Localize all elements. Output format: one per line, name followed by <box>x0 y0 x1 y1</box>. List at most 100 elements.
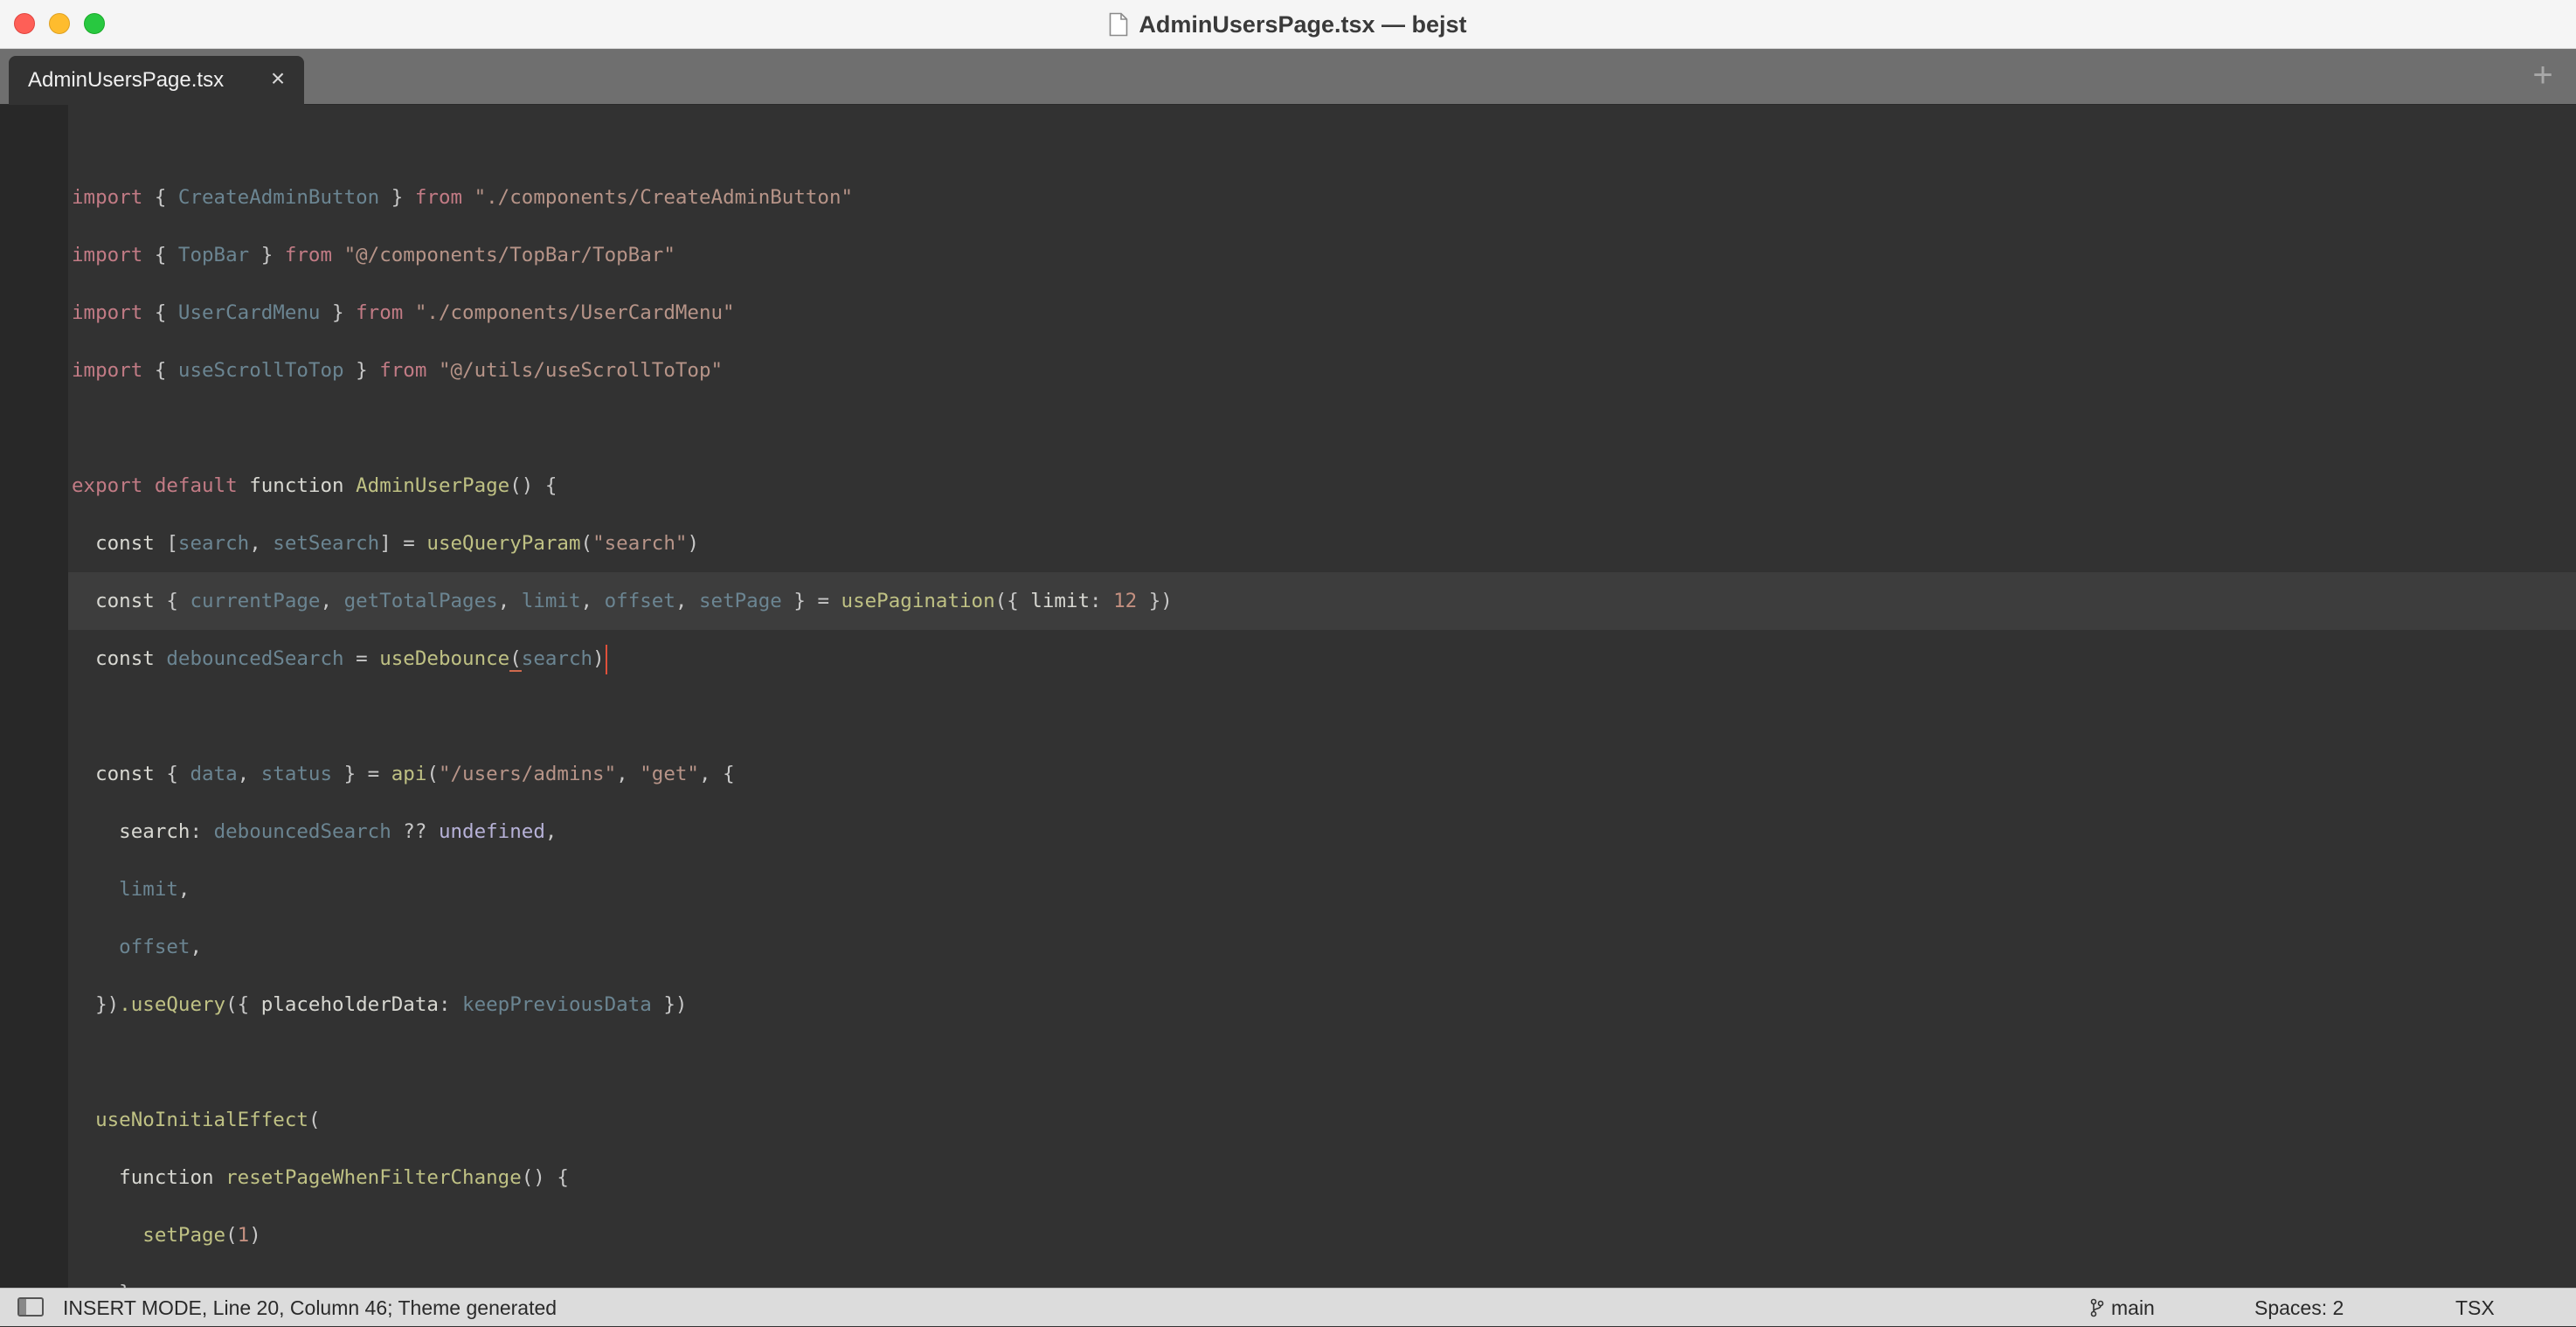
code-token: ({ <box>994 590 1031 612</box>
code-line[interactable] <box>68 399 2576 457</box>
code-token: } = <box>332 763 391 785</box>
code-token: } <box>320 301 357 324</box>
code-line[interactable] <box>68 111 2576 169</box>
code-token: ) <box>592 647 605 670</box>
code-token: useScrollToTop <box>177 359 344 382</box>
code-token: useNoInitialEffect <box>72 1109 308 1131</box>
indentation-setting[interactable]: Spaces: 2 <box>2254 1289 2344 1327</box>
status-bar: INSERT MODE, Line 20, Column 46; Theme g… <box>0 1288 2576 1326</box>
code-editor[interactable]: import { CreateAdminButton } from "./com… <box>0 105 2576 1288</box>
code-line[interactable]: offset, <box>68 918 2576 976</box>
code-line[interactable]: import { UserCardMenu } from "./componen… <box>68 284 2576 342</box>
code-token: from <box>379 359 427 382</box>
code-token: TopBar <box>177 244 250 266</box>
code-token: debouncedSearch <box>166 647 344 670</box>
code-area[interactable]: import { CreateAdminButton } from "./com… <box>68 105 2576 1288</box>
window-title-area: AdminUsersPage.tsx — bejst <box>0 0 2576 49</box>
code-token: ({ <box>225 993 261 1016</box>
code-line[interactable]: import { CreateAdminButton } from "./com… <box>68 169 2576 226</box>
new-tab-icon[interactable]: + <box>2527 58 2559 93</box>
code-token: function <box>237 474 357 497</box>
code-line[interactable]: useNoInitialEffect( <box>68 1091 2576 1149</box>
code-token: 12 <box>1113 590 1138 612</box>
code-line[interactable]: import { TopBar } from "@/components/Top… <box>68 226 2576 284</box>
code-token: } <box>379 186 415 209</box>
code-token: const <box>72 647 167 670</box>
code-line[interactable]: limit, <box>68 860 2576 918</box>
window-title: AdminUsersPage.tsx — bejst <box>1139 10 1467 38</box>
syntax-selector[interactable]: TSX <box>2455 1289 2495 1327</box>
code-token: "./components/CreateAdminButton" <box>474 186 854 209</box>
code-line[interactable]: const [search, setSearch] = useQueryPara… <box>68 515 2576 572</box>
code-token: }) <box>72 993 120 1016</box>
code-line[interactable]: setPage(1) <box>68 1206 2576 1264</box>
code-line[interactable]: export default function AdminUserPage() … <box>68 457 2576 515</box>
tab-label: AdminUsersPage.tsx <box>28 68 225 92</box>
status-mode: INSERT MODE, Line 20, Column 46; Theme g… <box>63 1296 557 1319</box>
code-token: }, <box>72 1282 142 1288</box>
code-line[interactable]: const { data, status } = api("/users/adm… <box>68 745 2576 803</box>
code-token: "get" <box>640 763 699 785</box>
code-token: () { <box>509 474 557 497</box>
code-token: offset <box>72 936 190 958</box>
code-line[interactable] <box>68 688 2576 745</box>
code-token: CreateAdminButton <box>177 186 380 209</box>
code-token: , <box>237 763 261 785</box>
code-token: { <box>142 359 178 382</box>
code-line[interactable]: }, <box>68 1264 2576 1288</box>
code-token: () { <box>521 1166 569 1189</box>
code-line[interactable]: const debouncedSearch = useDebounce(sear… <box>68 630 2576 688</box>
code-token: const <box>72 532 167 555</box>
code-token: setSearch <box>273 532 380 555</box>
code-token: { <box>142 244 178 266</box>
code-token: data <box>190 763 238 785</box>
code-token: ?? <box>391 820 439 843</box>
code-line[interactable]: function resetPageWhenFilterChange() { <box>68 1149 2576 1206</box>
tab-adminuserspage[interactable]: AdminUsersPage.tsx × <box>9 56 304 105</box>
code-token: , <box>177 878 190 901</box>
code-line[interactable]: search: debouncedSearch ?? undefined, <box>68 803 2576 860</box>
document-icon <box>1109 12 1128 37</box>
code-token: ( <box>225 1224 238 1247</box>
code-token: function <box>72 1166 226 1189</box>
code-token: AdminUserPage <box>356 474 510 497</box>
code-token: useQueryParam <box>426 532 581 555</box>
code-token: ( <box>580 532 593 555</box>
code-line[interactable] <box>68 1033 2576 1091</box>
code-token: keepPreviousData <box>462 993 652 1016</box>
code-token: }) <box>1137 590 1173 612</box>
code-token: const <box>72 590 167 612</box>
git-branch[interactable]: main <box>2090 1289 2155 1327</box>
code-token: UserCardMenu <box>177 301 321 324</box>
git-branch-icon <box>2090 1298 2104 1317</box>
code-token: , <box>616 763 641 785</box>
code-token: ) <box>687 532 699 555</box>
code-token: .useQuery <box>119 993 226 1016</box>
title-bar: AdminUsersPage.tsx — bejst <box>0 0 2576 49</box>
code-token: "search" <box>592 532 688 555</box>
code-token: placeholderData <box>260 993 439 1016</box>
code-token: ) <box>249 1224 261 1247</box>
code-token: , { <box>698 763 735 785</box>
code-token: from <box>356 301 404 324</box>
code-token: , <box>497 590 522 612</box>
code-token: "@/utils/useScrollToTop" <box>438 359 724 382</box>
code-token: { <box>142 301 178 324</box>
tab-close-icon[interactable]: × <box>267 66 288 91</box>
code-line[interactable]: }).useQuery({ placeholderData: keepPrevi… <box>68 976 2576 1033</box>
tab-bar: AdminUsersPage.tsx × + <box>0 49 2576 105</box>
sidebar-toggle-icon[interactable] <box>17 1297 44 1317</box>
code-token: debouncedSearch <box>213 820 391 843</box>
code-token: , <box>320 590 344 612</box>
code-line[interactable]: const { currentPage, getTotalPages, limi… <box>68 572 2576 630</box>
git-branch-label: main <box>2111 1296 2155 1319</box>
code-line[interactable]: import { useScrollToTop } from "@/utils/… <box>68 342 2576 399</box>
code-token: , <box>190 936 203 958</box>
code-token: ( <box>509 647 522 672</box>
code-token: search <box>521 647 593 670</box>
code-token: limit <box>72 878 178 901</box>
code-token: ] = <box>379 532 427 555</box>
